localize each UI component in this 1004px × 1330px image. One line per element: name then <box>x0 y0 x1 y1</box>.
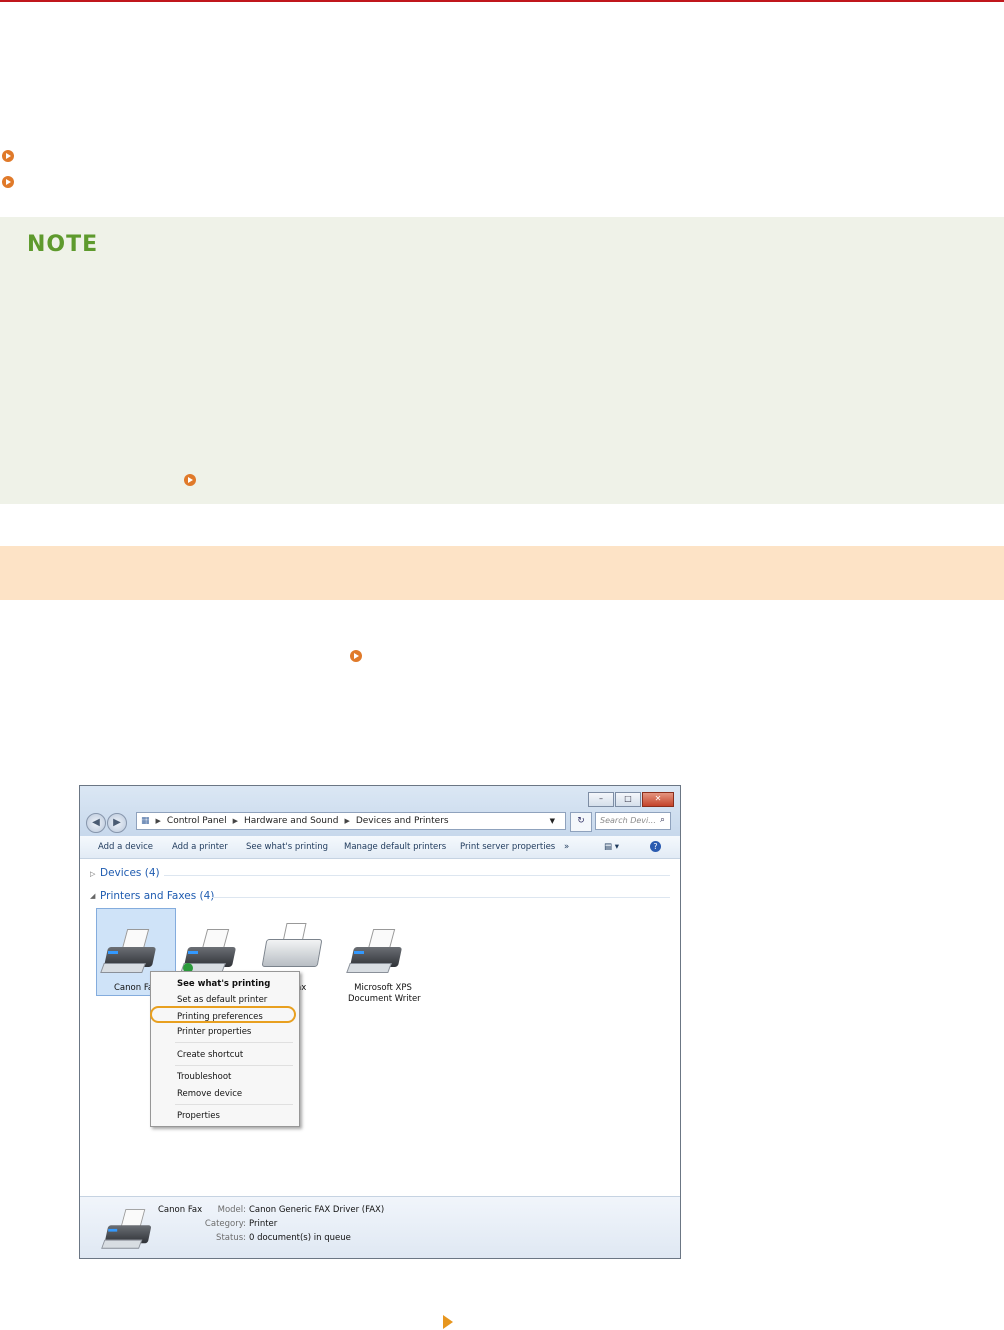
link-arrow-icon[interactable] <box>184 474 196 486</box>
selected-printer-icon <box>101 1206 155 1251</box>
forward-button[interactable]: ▶ <box>107 813 127 833</box>
details-pane: Canon Fax Model: Canon Generic FAX Drive… <box>80 1196 680 1258</box>
control-panel-icon: ▦ <box>141 816 150 826</box>
breadcrumb-item[interactable]: Hardware and Sound <box>244 816 338 826</box>
canon-fax-label[interactable]: Canon Fa <box>114 983 153 993</box>
add-printer-button[interactable]: Add a printer <box>172 842 228 852</box>
address-dropdown-icon[interactable]: ▼ <box>550 817 555 825</box>
breadcrumb-separator-icon: ▶ <box>344 817 350 825</box>
devices-and-printers-window: – □ ✕ ◀ ▶ ▦ ▶ Control Panel ▶ Hardware a… <box>79 785 681 1259</box>
expand-arrow-icon[interactable]: ▷ <box>90 870 95 878</box>
breadcrumb-separator-icon: ▶ <box>155 817 161 825</box>
printers-group-header[interactable]: Printers and Faxes (4) <box>100 890 214 902</box>
menu-item-properties[interactable]: Properties <box>177 1111 220 1121</box>
address-bar[interactable]: ▦ ▶ Control Panel ▶ Hardware and Sound ▶… <box>136 812 566 830</box>
details-category-label: Category: <box>204 1219 246 1229</box>
context-menu: See what's printing Set as default print… <box>150 971 300 1127</box>
menu-item-create-shortcut[interactable]: Create shortcut <box>177 1050 243 1060</box>
menu-separator <box>175 1104 293 1105</box>
menu-separator <box>175 1065 293 1066</box>
menu-item-printer-properties[interactable]: Printer properties <box>177 1027 251 1037</box>
details-model-label: Model: <box>217 1205 246 1215</box>
note-title: NOTE <box>27 232 99 257</box>
devices-content-pane: ▷ Devices (4) ◢ Printers and Faxes (4) C… <box>80 859 680 1196</box>
xps-label-line2[interactable]: Document Writer <box>348 994 421 1004</box>
menu-separator <box>175 1042 293 1043</box>
details-model-value: Canon Generic FAX Driver (FAX) <box>249 1205 385 1215</box>
maximize-button[interactable]: □ <box>615 792 641 807</box>
search-icon[interactable]: ⌕ <box>660 815 665 825</box>
close-button[interactable]: ✕ <box>642 792 674 807</box>
see-whats-printing-button[interactable]: See what's printing <box>246 842 328 852</box>
details-status-label: Status: <box>216 1233 246 1243</box>
manage-default-printers-button[interactable]: Manage default printers <box>344 842 446 852</box>
more-commands-button[interactable]: » <box>564 842 569 852</box>
view-options-icon[interactable]: ▤ ▾ <box>604 842 619 852</box>
xps-label-line1[interactable]: Microsoft XPS <box>348 983 418 993</box>
devices-group-header[interactable]: Devices (4) <box>100 867 160 879</box>
menu-item-remove-device[interactable]: Remove device <box>177 1089 242 1099</box>
menu-item-set-default[interactable]: Set as default printer <box>177 995 267 1005</box>
next-step-arrow-icon <box>443 1315 453 1329</box>
minimize-button[interactable]: – <box>588 792 614 807</box>
printing-preferences-highlight <box>150 1006 296 1023</box>
link-arrow-icon[interactable] <box>2 150 14 162</box>
link-arrow-icon[interactable] <box>350 650 362 662</box>
link-arrow-icon[interactable] <box>2 176 14 188</box>
xps-printer-icon[interactable] <box>346 925 406 975</box>
group-divider <box>164 875 670 876</box>
breadcrumb-separator-icon: ▶ <box>232 817 238 825</box>
add-device-button[interactable]: Add a device <box>98 842 153 852</box>
breadcrumb-item[interactable]: Devices and Printers <box>356 816 449 826</box>
help-icon[interactable]: ? <box>650 841 661 852</box>
print-server-properties-button[interactable]: Print server properties <box>460 842 555 852</box>
back-button[interactable]: ◀ <box>86 813 106 833</box>
collapse-arrow-icon[interactable]: ◢ <box>90 892 95 900</box>
title-bar: – □ ✕ ◀ ▶ ▦ ▶ Control Panel ▶ Hardware a… <box>80 786 680 836</box>
group-divider <box>212 897 670 898</box>
command-bar: Add a device Add a printer See what's pr… <box>80 836 680 859</box>
details-category-value: Printer <box>249 1219 278 1229</box>
menu-item-troubleshoot[interactable]: Troubleshoot <box>177 1072 231 1082</box>
canon-fax-printer-icon[interactable] <box>100 925 160 975</box>
details-status-value: 0 document(s) in queue <box>249 1233 351 1243</box>
note-box <box>0 217 1004 504</box>
section-header-bar <box>0 546 1004 600</box>
fax-machine-icon[interactable] <box>260 921 323 973</box>
refresh-icon[interactable]: ↻ <box>570 812 592 832</box>
top-rule <box>0 0 1004 2</box>
breadcrumb-item[interactable]: Control Panel <box>167 816 227 826</box>
menu-item-see-whats-printing[interactable]: See what's printing <box>177 979 270 989</box>
